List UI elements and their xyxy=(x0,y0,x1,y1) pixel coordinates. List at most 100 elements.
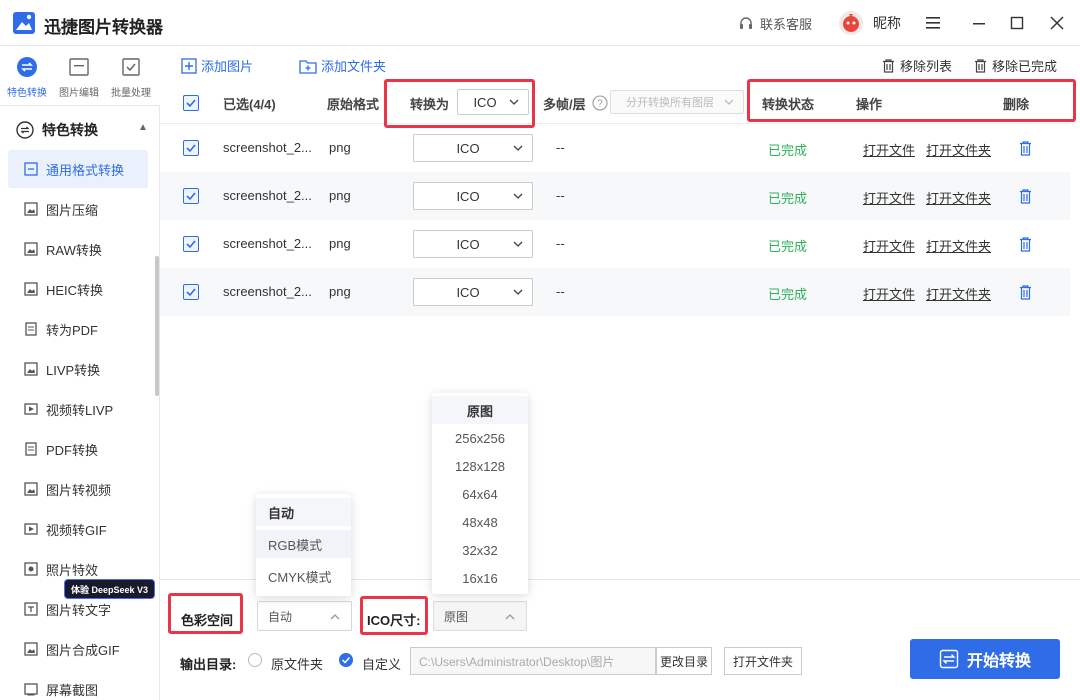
open-output-folder-button[interactable]: 打开文件夹 xyxy=(724,647,802,675)
tab-feature-convert[interactable]: 特色转换 xyxy=(2,56,52,99)
image-icon xyxy=(24,362,38,376)
sidebar-item-gif-compose[interactable]: 图片合成GIF xyxy=(8,630,148,668)
row-format-select[interactable]: ICO xyxy=(413,278,533,306)
row-format-select[interactable]: ICO xyxy=(413,230,533,258)
sidebar-item-general-convert[interactable]: 通用格式转换 xyxy=(8,150,148,188)
chevron-down-icon xyxy=(509,99,519,105)
select-all-checkbox[interactable] xyxy=(183,95,199,111)
sidebar-item-raw[interactable]: RAW转换 xyxy=(8,230,148,268)
open-folder-link[interactable]: 打开文件夹 xyxy=(926,284,991,303)
color-space-label: 色彩空间 xyxy=(181,613,234,628)
file-format: png xyxy=(329,188,351,203)
header-selected: 已选(4/4) xyxy=(223,97,276,112)
image-icon xyxy=(24,642,38,656)
sidebar-section-header[interactable]: 特色转换 ▲ xyxy=(16,120,156,140)
chevron-up-icon: ▲ xyxy=(138,122,148,133)
ico-size-option[interactable]: 128x128 xyxy=(432,452,528,480)
file-name: screenshot_2... xyxy=(223,236,312,251)
open-folder-link[interactable]: 打开文件夹 xyxy=(926,236,991,255)
menu-button[interactable] xyxy=(922,12,944,34)
feature-convert-icon xyxy=(16,121,34,139)
table-row[interactable]: screenshot_2... png ICO -- 已完成 打开文件 打开文件… xyxy=(160,172,1070,220)
row-format-select[interactable]: ICO xyxy=(413,134,533,162)
ico-size-select[interactable]: 原图 xyxy=(433,601,527,631)
help-icon[interactable]: ? xyxy=(592,95,608,111)
status-badge: 已完成 xyxy=(768,191,808,206)
delete-row-icon[interactable] xyxy=(1018,236,1033,252)
screenshot-icon xyxy=(24,683,38,696)
tab-label: 批量处理 xyxy=(111,88,151,99)
tab-batch-process[interactable]: 批量处理 xyxy=(106,56,156,99)
add-image-icon xyxy=(181,57,197,74)
tab-image-edit[interactable]: 图片编辑 xyxy=(54,56,104,99)
sidebar-item-screenshot[interactable]: 屏幕截图 xyxy=(8,670,148,700)
sidebar-item-video-to-gif[interactable]: 视频转GIF xyxy=(8,510,148,548)
sidebar-item-livp[interactable]: LIVP转换 xyxy=(8,350,148,388)
table-row[interactable]: screenshot_2... png ICO -- 已完成 打开文件 打开文件… xyxy=(160,124,1070,172)
sidebar-scrollbar[interactable] xyxy=(155,256,159,396)
ico-size-option[interactable]: 256x256 xyxy=(432,424,528,452)
multi-frame-select[interactable]: 分开转换所有图层 xyxy=(610,90,744,114)
check-icon xyxy=(186,99,196,108)
open-file-link[interactable]: 打开文件 xyxy=(863,188,915,207)
header-convert-to: 转换为 xyxy=(410,97,450,112)
file-name: screenshot_2... xyxy=(223,188,312,203)
close-button[interactable] xyxy=(1046,12,1068,34)
contact-support-button[interactable]: 联系客服 xyxy=(738,14,812,33)
radio-original-folder[interactable] xyxy=(248,653,262,667)
frame-value: -- xyxy=(556,284,565,299)
output-path-input[interactable]: C:\Users\Administrator\Desktop\图片 xyxy=(410,647,656,675)
sidebar-item-heic[interactable]: HEIC转换 xyxy=(8,270,148,308)
pdf-icon xyxy=(25,322,37,336)
header-action: 操作 xyxy=(856,97,883,112)
add-folder-icon xyxy=(299,59,317,74)
delete-row-icon[interactable] xyxy=(1018,140,1033,156)
ico-size-option[interactable]: 48x48 xyxy=(432,508,528,536)
convert-all-format-select[interactable]: ICO xyxy=(457,89,529,115)
row-checkbox[interactable] xyxy=(183,284,199,300)
open-file-link[interactable]: 打开文件 xyxy=(863,284,915,303)
delete-row-icon[interactable] xyxy=(1018,188,1033,204)
ico-size-option[interactable]: 16x16 xyxy=(432,564,528,592)
ico-size-option[interactable]: 32x32 xyxy=(432,536,528,564)
avatar[interactable] xyxy=(838,10,864,36)
app-logo-icon xyxy=(13,12,35,34)
sidebar-item-to-pdf[interactable]: 转为PDF xyxy=(8,310,148,348)
custom-folder-label: 自定义 xyxy=(362,657,402,672)
color-space-option[interactable]: CMYK模式 xyxy=(256,562,351,590)
open-folder-link[interactable]: 打开文件夹 xyxy=(926,140,991,159)
sidebar-item-video-to-livp[interactable]: 视频转LIVP xyxy=(8,390,148,428)
open-file-link[interactable]: 打开文件 xyxy=(863,236,915,255)
delete-row-icon[interactable] xyxy=(1018,284,1033,300)
row-format-select[interactable]: ICO xyxy=(413,182,533,210)
row-checkbox[interactable] xyxy=(183,236,199,252)
ico-size-option[interactable]: 64x64 xyxy=(432,480,528,508)
radio-custom-folder[interactable] xyxy=(339,653,353,667)
open-folder-link[interactable]: 打开文件夹 xyxy=(926,188,991,207)
deepseek-badge[interactable]: 体验 DeepSeek V3 xyxy=(64,579,156,599)
nickname[interactable]: 昵称 xyxy=(873,13,901,33)
sidebar-item-pdf-convert[interactable]: PDF转换 xyxy=(8,430,148,468)
table-row[interactable]: screenshot_2... png ICO -- 已完成 打开文件 打开文件… xyxy=(160,220,1070,268)
add-folder-button[interactable]: 添加文件夹 xyxy=(299,56,386,75)
table-row[interactable]: screenshot_2... png ICO -- 已完成 打开文件 打开文件… xyxy=(160,268,1070,316)
maximize-button[interactable] xyxy=(1006,12,1028,34)
chevron-down-icon xyxy=(513,289,523,295)
minimize-button[interactable] xyxy=(968,12,990,34)
add-image-button[interactable]: 添加图片 xyxy=(181,56,253,75)
color-space-option[interactable]: 自动 xyxy=(256,498,351,526)
output-dir-label: 输出目录: xyxy=(180,657,237,672)
remove-list-button[interactable]: 移除列表 xyxy=(881,56,952,75)
row-checkbox[interactable] xyxy=(183,188,199,204)
remove-done-button[interactable]: 移除已完成 xyxy=(973,56,1057,75)
change-dir-button[interactable]: 更改目录 xyxy=(656,647,712,675)
row-checkbox[interactable] xyxy=(183,140,199,156)
start-convert-button[interactable]: 开始转换 xyxy=(910,639,1060,679)
color-space-option[interactable]: RGB模式 xyxy=(256,530,351,558)
ico-size-option[interactable]: 原图 xyxy=(432,396,528,424)
color-space-select[interactable]: 自动 xyxy=(257,601,352,631)
open-file-link[interactable]: 打开文件 xyxy=(863,140,915,159)
sidebar-item-compress[interactable]: 图片压缩 xyxy=(8,190,148,228)
sidebar-item-image-to-video[interactable]: 图片转视频 xyxy=(8,470,148,508)
video-icon xyxy=(24,403,38,415)
